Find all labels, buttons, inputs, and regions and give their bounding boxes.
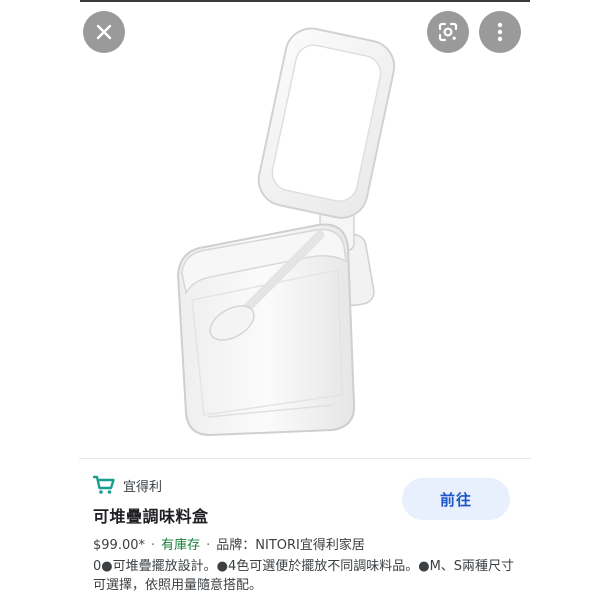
separator: ·	[206, 538, 211, 553]
product-title[interactable]: 可堆疊調味料盒	[93, 503, 209, 527]
site-name: 宜得利	[123, 479, 163, 495]
visit-button[interactable]: 前往	[402, 478, 510, 520]
shopping-cart-icon	[93, 475, 115, 494]
image-result-page: 宜得利 可堆疊調味料盒 前往 $99.00* · 有庫存 · 品牌：NITORI宜得利家…	[0, 0, 604, 604]
lens-button[interactable]	[427, 11, 469, 53]
result-info-panel: 宜得利 可堆疊調味料盒 前往 $99.00* · 有庫存 · 品牌：NITORI宜得利家…	[79, 458, 531, 604]
seasoning-box-image	[176, 27, 396, 437]
site-row[interactable]: 宜得利	[93, 475, 162, 495]
brand: 品牌：NITORI宜得利家居	[216, 538, 365, 553]
google-lens-icon	[438, 22, 458, 42]
image-viewer	[0, 0, 604, 458]
close-icon	[96, 24, 112, 40]
more-options-button[interactable]	[479, 11, 521, 53]
more-vertical-icon	[497, 22, 503, 42]
stock-status: 有庫存	[161, 538, 201, 553]
close-button[interactable]	[83, 11, 125, 53]
top-divider	[80, 0, 530, 2]
separator: ·	[151, 538, 156, 553]
product-meta: $99.00* · 有庫存 · 品牌：NITORI宜得利家居	[93, 534, 365, 553]
price: $99.00*	[93, 538, 145, 553]
product-description: 0●可堆疊擺放設計。●4色可選便於擺放不同調味料品。●M、S兩種尺寸可選擇，依照…	[93, 559, 515, 593]
